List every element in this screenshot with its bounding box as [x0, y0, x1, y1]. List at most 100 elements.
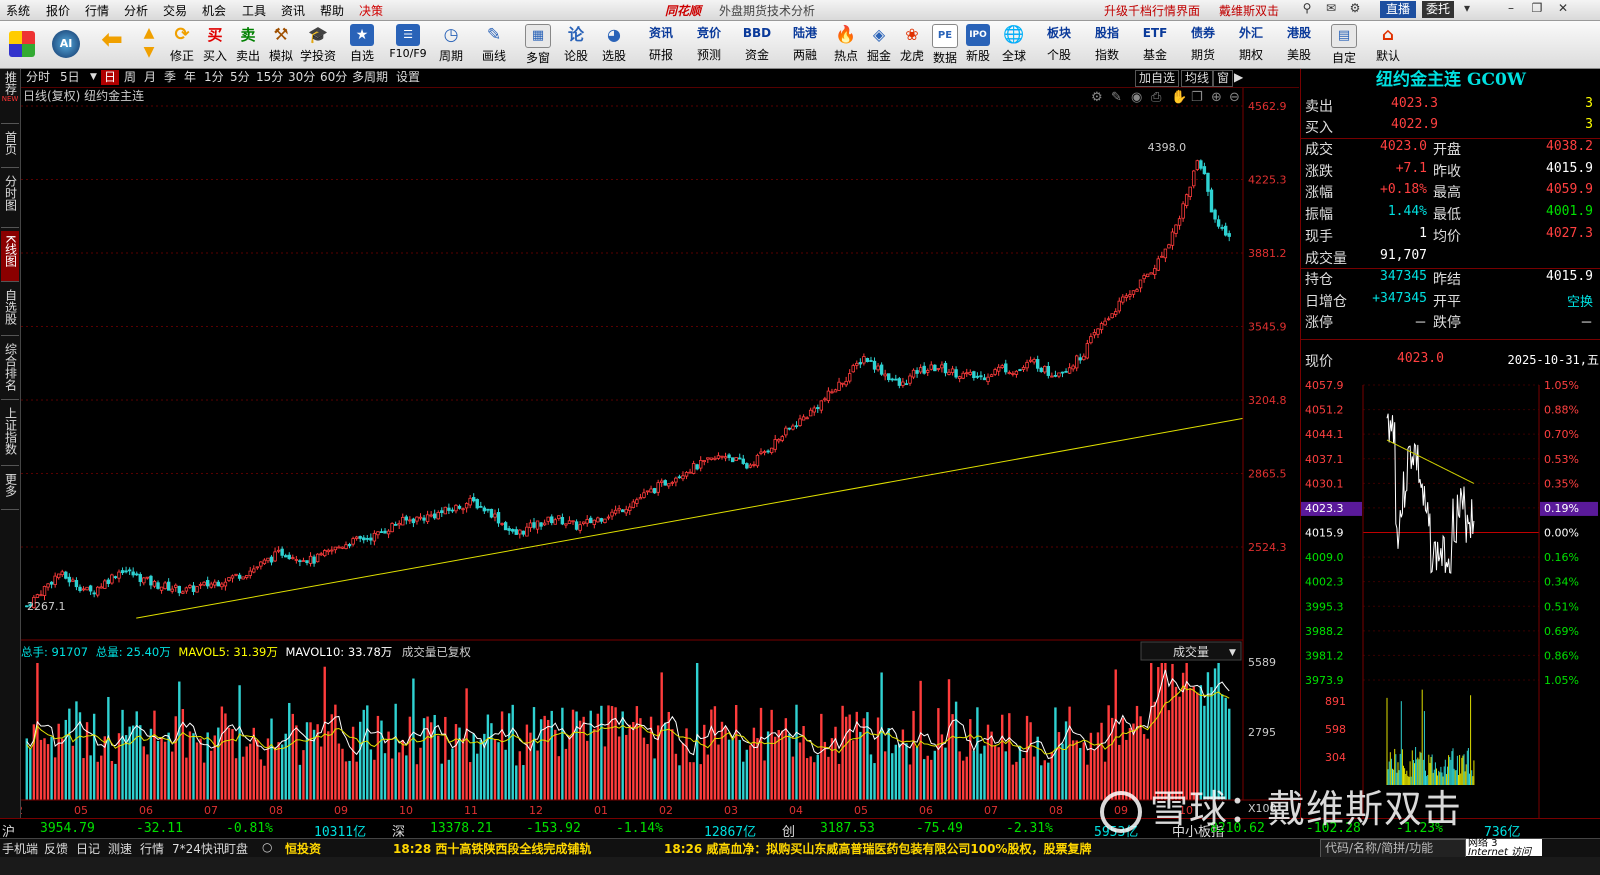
- toolbar-btn-global[interactable]: 🌐 全球: [996, 23, 1032, 66]
- add-watchlist-button[interactable]: 加自选: [1135, 70, 1180, 87]
- menu-decision[interactable]: 决策: [359, 2, 383, 19]
- bell-icon[interactable]: ⚲: [1296, 1, 1318, 18]
- toolbar-btn-data[interactable]: PE 数据: [929, 23, 961, 66]
- period-month[interactable]: 月: [141, 70, 159, 85]
- print-icon[interactable]: ⎙: [1151, 90, 1162, 105]
- brand-link[interactable]: 恒投资: [285, 840, 321, 857]
- toolbar-btn-multiwin[interactable]: ▦ 多窗: [520, 23, 556, 66]
- menu-news[interactable]: 资讯: [281, 2, 305, 19]
- mini-fund[interactable]: 基金: [1132, 45, 1178, 66]
- menu-help[interactable]: 帮助: [320, 2, 344, 19]
- toolbar-btn-refresh[interactable]: ⟳ 修正: [166, 23, 198, 66]
- toolbar-btn-default[interactable]: ⌂ 默认: [1370, 23, 1406, 66]
- mini-funds[interactable]: 资金: [734, 45, 780, 66]
- intraday-minichart[interactable]: 4057.9 1.05% 4051.2 0.88% 4044.1 0.70% 4037.1 0…: [1301, 375, 1600, 835]
- message-icon[interactable]: ✉: [1320, 1, 1342, 18]
- chevron-down-icon[interactable]: ▼: [1229, 648, 1236, 658]
- status-tab[interactable]: 测速: [108, 840, 132, 857]
- toolbar-btn-select[interactable]: ◕ 选股: [596, 23, 632, 66]
- expand-icon[interactable]: ▶: [1231, 70, 1246, 85]
- status-tab[interactable]: 日记: [76, 840, 100, 857]
- sidebar-item-kline[interactable]: K线图: [1, 231, 19, 282]
- toolbar-btn-ipo[interactable]: IPO 新股: [962, 23, 994, 66]
- toolbar-btn-custom[interactable]: ▤ 自定: [1326, 23, 1362, 66]
- toolbar-btn-f10[interactable]: ☰ F10/F9: [386, 23, 430, 66]
- grid-button[interactable]: [6, 23, 38, 66]
- mini-stock[interactable]: 个股: [1036, 45, 1082, 66]
- mini-options[interactable]: 期权: [1228, 45, 1274, 66]
- back-button[interactable]: ⬅: [96, 23, 128, 66]
- status-tab[interactable]: 7*24快讯: [172, 840, 225, 857]
- close-icon[interactable]: ✕: [1552, 1, 1574, 18]
- menu-system[interactable]: 系统: [6, 2, 30, 19]
- toolbar-btn-period[interactable]: ◷ 周期: [433, 23, 469, 66]
- period-settings[interactable]: 设置: [393, 70, 423, 85]
- mini-us-stock[interactable]: 美股: [1276, 45, 1322, 66]
- code-search-input[interactable]: 代码/名称/简拼/功能: [1320, 839, 1466, 858]
- mini-index[interactable]: 指数: [1084, 45, 1130, 66]
- mini-research[interactable]: 研报: [638, 45, 684, 66]
- period-5day[interactable]: 5日: [57, 70, 83, 85]
- trust-button[interactable]: 委托: [1422, 1, 1455, 18]
- hand-icon[interactable]: ✋: [1171, 89, 1187, 105]
- period-day[interactable]: 日: [101, 70, 120, 85]
- menu-tools[interactable]: 工具: [242, 2, 266, 19]
- mini-auction[interactable]: 竞价: [686, 23, 732, 44]
- zoom-out-icon[interactable]: ⊖: [1229, 90, 1240, 105]
- mini-etf[interactable]: ETF: [1132, 23, 1178, 44]
- zoom-in-icon[interactable]: ⊕: [1211, 90, 1222, 105]
- mini-futures[interactable]: 期货: [1180, 45, 1226, 66]
- chat-icon[interactable]: ○: [262, 840, 272, 854]
- eye-icon[interactable]: ◉: [1131, 90, 1142, 105]
- period-multi[interactable]: 多周期: [349, 70, 391, 85]
- sidebar-item-sh-index[interactable]: 上证指数: [1, 403, 19, 466]
- toolbar-btn-buy[interactable]: 买 买入: [199, 23, 231, 66]
- status-tab[interactable]: 盯盘: [224, 840, 248, 857]
- sidebar-item-watchlist[interactable]: 自选股: [1, 285, 19, 336]
- toolbar-btn-discuss[interactable]: 论 论股: [560, 23, 592, 66]
- period-quarter[interactable]: 季: [161, 70, 179, 85]
- sidebar-item-recommend[interactable]: 推荐 NEW: [1, 71, 19, 124]
- toolbar-btn-simulate[interactable]: ⚒ 模拟: [265, 23, 297, 66]
- period-timeshare[interactable]: 分时: [23, 70, 53, 85]
- window-button[interactable]: 窗: [1213, 70, 1234, 87]
- ai-button[interactable]: AI: [50, 23, 82, 66]
- sidebar-item-more[interactable]: 更多: [1, 469, 19, 510]
- live-button[interactable]: 直播: [1380, 1, 1417, 18]
- status-tab[interactable]: 反馈: [44, 840, 68, 857]
- period-5min[interactable]: 5分: [227, 70, 253, 85]
- index-item[interactable]: 沪 3954.79 -32.11 -0.81% 10311亿: [0, 819, 390, 840]
- mini-hk-stock[interactable]: 港股: [1276, 23, 1322, 44]
- settings-icon[interactable]: ⚙: [1091, 90, 1103, 105]
- toolbar-btn-watchlist[interactable]: ★ 自选: [344, 23, 380, 66]
- menu-trade[interactable]: 交易: [163, 2, 187, 19]
- period-year[interactable]: 年: [181, 70, 199, 85]
- status-tab[interactable]: 行情: [140, 840, 164, 857]
- toolbar-btn-draw[interactable]: ✎ 画线: [476, 23, 512, 66]
- mini-news[interactable]: 资讯: [638, 23, 684, 44]
- up-down-button[interactable]: ▲ ▼: [136, 23, 162, 66]
- toolbar-btn-hot[interactable]: 🔥 热点: [830, 23, 862, 66]
- period-1min[interactable]: 1分: [201, 70, 227, 85]
- menu-analysis[interactable]: 分析: [124, 2, 148, 19]
- toolbar-btn-dragon[interactable]: ❀ 龙虎: [896, 23, 928, 66]
- toolbar-btn-gold[interactable]: ◈ 掘金: [863, 23, 895, 66]
- settings-icon[interactable]: ⚙: [1344, 1, 1366, 18]
- status-tab[interactable]: 手机端: [2, 840, 38, 857]
- news-ticker-2[interactable]: 18:26 威高血净：拟购买山东威高普瑞医药包装有限公司100%股权，股票复牌: [664, 840, 1091, 857]
- chart-canvas[interactable]: 日线(复权) 纽约金主连 ⚙ ✎ ◉ ⎙ ✋ ❐ ⊕ ⊖ 4398.0 2267…: [9, 88, 1299, 818]
- period-15min[interactable]: 15分: [253, 70, 286, 85]
- restore-icon[interactable]: ❐: [1526, 1, 1548, 18]
- ma-button[interactable]: 均线: [1181, 70, 1214, 87]
- menu-opportunity[interactable]: 机会: [202, 2, 226, 19]
- toolbar-btn-sell[interactable]: 卖 卖出: [232, 23, 264, 66]
- pen-icon[interactable]: ✎: [1111, 90, 1122, 105]
- mini-forex[interactable]: 外汇: [1228, 23, 1274, 44]
- mini-margin[interactable]: 两融: [782, 45, 828, 66]
- mini-bbd[interactable]: BBD: [734, 23, 780, 44]
- sidebar-item-ranking[interactable]: 综合排名: [1, 339, 19, 400]
- period-30min[interactable]: 30分: [285, 70, 318, 85]
- chevron-down-icon[interactable]: ▼: [87, 70, 100, 85]
- sidebar-item-timechart[interactable]: 分时图: [1, 171, 19, 228]
- chevron-down-icon[interactable]: ▾: [1456, 1, 1478, 18]
